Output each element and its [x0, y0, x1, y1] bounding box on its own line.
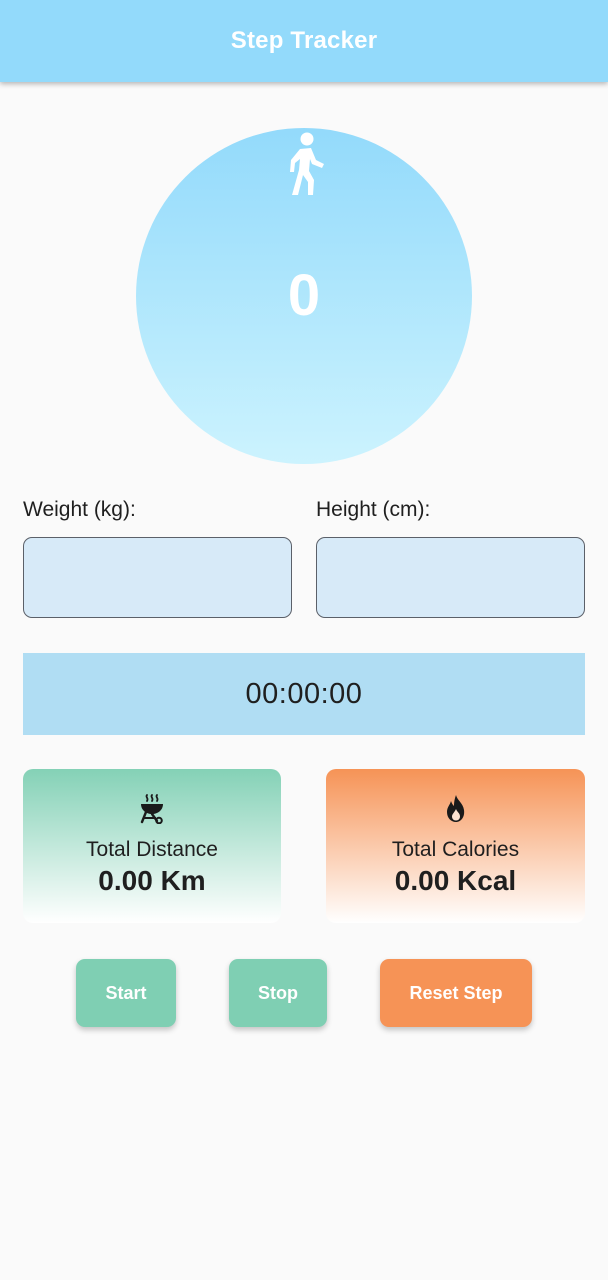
- step-count: 0: [287, 263, 321, 328]
- walking-person-icon: [290, 132, 324, 195]
- timer-text: 00:00:00: [245, 677, 363, 710]
- step-tracker-screen: Step Tracker 0 Weight (kg): Height (cm):…: [0, 0, 608, 1280]
- distance-label: Total Distance: [86, 838, 218, 861]
- height-input[interactable]: [316, 537, 585, 618]
- start-button[interactable]: Start: [76, 959, 176, 1027]
- stop-button[interactable]: Stop: [229, 959, 327, 1027]
- total-distance-card: Total Distance 0.00 Km: [23, 769, 281, 923]
- app-title: Step Tracker: [230, 27, 378, 54]
- grill-icon: [140, 794, 163, 824]
- calories-value: 0.00 Kcal: [394, 865, 517, 896]
- distance-value: 0.00 Km: [98, 865, 206, 896]
- fire-icon: [446, 795, 464, 822]
- timer-display: 00:00:00: [23, 653, 585, 735]
- weight-label: Weight (kg):: [23, 498, 136, 521]
- calories-label: Total Calories: [391, 838, 520, 861]
- app-bar: Step Tracker: [0, 0, 608, 82]
- total-calories-card: Total Calories 0.00 Kcal: [326, 769, 585, 923]
- weight-input[interactable]: [23, 537, 292, 618]
- reset-step-button[interactable]: Reset Step: [380, 959, 532, 1027]
- height-label: Height (cm):: [316, 498, 431, 521]
